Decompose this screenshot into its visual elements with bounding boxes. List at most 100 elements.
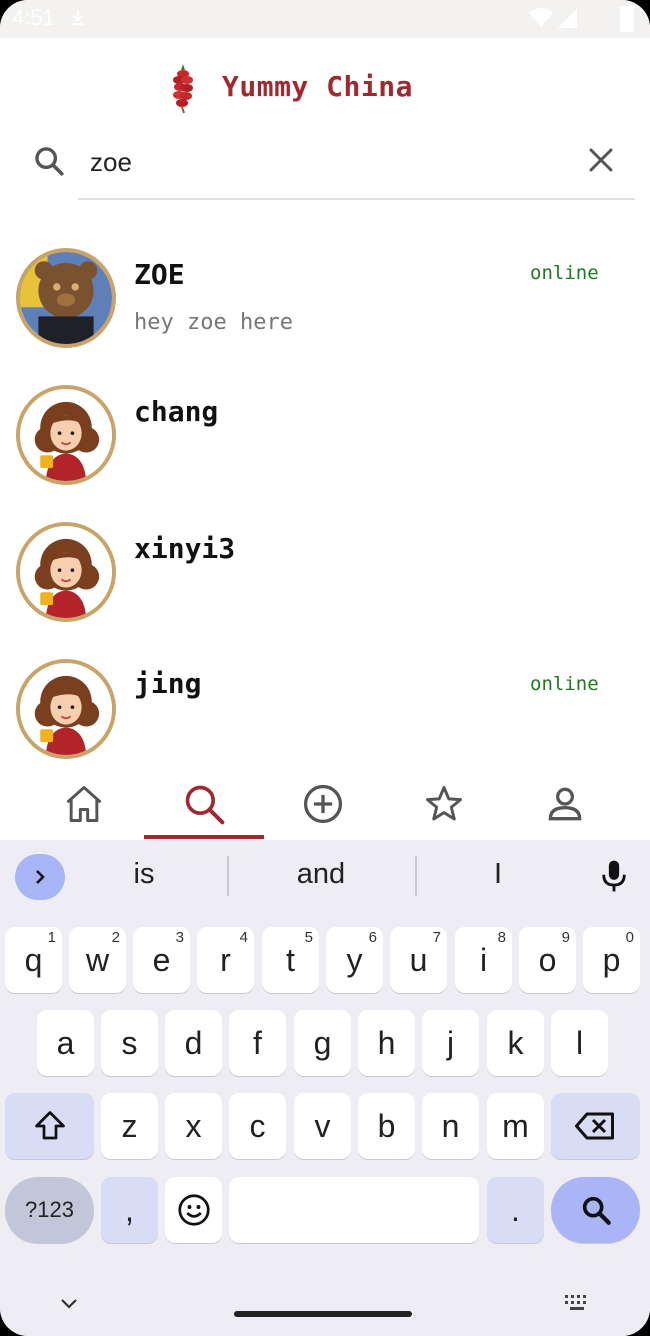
key-label: ?123 <box>25 1197 74 1222</box>
space-key[interactable] <box>229 1177 479 1243</box>
home-icon <box>66 786 102 822</box>
girl-avatar-icon <box>20 663 112 755</box>
key-a[interactable]: a <box>37 1010 94 1076</box>
key-e[interactable]: e3 <box>133 927 190 993</box>
key-hint: 4 <box>239 929 248 946</box>
avatar <box>16 248 116 348</box>
girl-avatar-icon <box>20 389 112 481</box>
online-status: online <box>530 673 599 695</box>
key-h[interactable]: h <box>358 1010 415 1076</box>
home-indicator[interactable] <box>234 1311 412 1317</box>
key-b[interactable]: b <box>358 1093 415 1159</box>
keyboard-icon[interactable] <box>564 1292 592 1312</box>
key-m[interactable]: m <box>487 1093 544 1159</box>
nav-search[interactable] <box>144 768 264 840</box>
search-input[interactable] <box>78 140 634 184</box>
list-item[interactable]: jing online <box>0 659 650 779</box>
app-title: Yummy China <box>222 70 413 103</box>
symbols-key[interactable]: ?123 <box>5 1177 94 1243</box>
key-label: d <box>184 1024 203 1061</box>
nav-favorites[interactable] <box>384 768 504 840</box>
teddy-bear-avatar-icon <box>20 252 112 344</box>
list-item[interactable]: xinyi3 <box>0 522 650 642</box>
chat-name: chang <box>134 395 219 428</box>
key-t[interactable]: t5 <box>262 927 319 993</box>
key-u[interactable]: u7 <box>390 927 447 993</box>
backspace-icon <box>574 1112 614 1140</box>
suggestion-1[interactable]: is <box>84 858 204 891</box>
key-z[interactable]: z <box>101 1093 158 1159</box>
key-w[interactable]: w2 <box>69 927 126 993</box>
search-icon[interactable] <box>32 144 66 178</box>
battery-icon <box>620 6 634 32</box>
key-label: j <box>446 1024 455 1061</box>
nav-add[interactable] <box>263 768 383 840</box>
key-label: u <box>409 941 428 978</box>
keyboard-bottom-bar <box>0 1256 650 1336</box>
wifi-icon <box>529 8 553 27</box>
key-hint: 1 <box>47 929 56 946</box>
emoji-key[interactable] <box>165 1177 222 1243</box>
key-y[interactable]: y6 <box>326 927 383 993</box>
chevron-down-icon[interactable] <box>58 1296 80 1312</box>
key-n[interactable]: n <box>422 1093 479 1159</box>
key-f[interactable]: f <box>229 1010 286 1076</box>
key-label: k <box>507 1024 524 1061</box>
key-j[interactable]: j <box>422 1010 479 1076</box>
shift-key[interactable] <box>5 1093 94 1159</box>
add-circle-icon <box>303 784 343 824</box>
key-label: . <box>511 1191 520 1228</box>
key-label: q <box>24 941 43 978</box>
backspace-key[interactable] <box>551 1093 640 1159</box>
close-icon[interactable] <box>586 145 616 175</box>
list-item[interactable]: ZOE hey zoe here online <box>0 248 650 368</box>
search-submit-key[interactable] <box>551 1177 640 1243</box>
key-r[interactable]: r4 <box>197 927 254 993</box>
key-label: y <box>346 941 363 978</box>
key-hint: 7 <box>432 929 441 946</box>
key-label: c <box>249 1107 266 1144</box>
key-x[interactable]: x <box>165 1093 222 1159</box>
key-i[interactable]: i8 <box>455 927 512 993</box>
list-item[interactable]: chang <box>0 385 650 505</box>
key-label: v <box>314 1107 331 1144</box>
person-icon <box>548 787 582 821</box>
key-label: p <box>602 941 621 978</box>
soft-keyboard: is and I q1 w2 e3 r4 t5 y6 u7 i8 o9 p0 a… <box>0 840 650 1336</box>
period-key[interactable]: . <box>487 1177 544 1243</box>
key-l[interactable]: l <box>551 1010 608 1076</box>
microphone-icon[interactable] <box>598 858 630 894</box>
key-label: i <box>479 941 488 978</box>
key-k[interactable]: k <box>487 1010 544 1076</box>
key-label: s <box>121 1024 138 1061</box>
key-q[interactable]: q1 <box>5 927 62 993</box>
key-v[interactable]: v <box>294 1093 351 1159</box>
key-g[interactable]: g <box>294 1010 351 1076</box>
key-hint: 2 <box>111 929 120 946</box>
nav-profile[interactable] <box>505 768 625 840</box>
key-c[interactable]: c <box>229 1093 286 1159</box>
key-d[interactable]: d <box>165 1010 222 1076</box>
key-label: n <box>441 1107 460 1144</box>
key-label: , <box>125 1191 134 1228</box>
key-label: x <box>185 1107 202 1144</box>
suggestion-2[interactable]: and <box>261 858 381 891</box>
key-label: r <box>220 941 231 978</box>
avatar <box>16 522 116 622</box>
chili-logo-icon <box>173 64 193 114</box>
key-p[interactable]: p0 <box>583 927 640 993</box>
avatar <box>16 659 116 759</box>
suggestions-toggle[interactable] <box>15 854 65 900</box>
suggestion-divider <box>415 856 417 896</box>
comma-key[interactable]: , <box>101 1177 158 1243</box>
shift-icon <box>34 1111 65 1140</box>
active-tab-indicator <box>144 835 264 839</box>
key-label: f <box>253 1024 262 1061</box>
key-s[interactable]: s <box>101 1010 158 1076</box>
chat-name: jing <box>134 667 202 700</box>
nav-home[interactable] <box>24 768 144 840</box>
key-o[interactable]: o9 <box>519 927 576 993</box>
key-hint: 5 <box>304 929 313 946</box>
suggestion-3[interactable]: I <box>438 858 558 891</box>
chat-message: hey zoe here <box>134 310 293 335</box>
